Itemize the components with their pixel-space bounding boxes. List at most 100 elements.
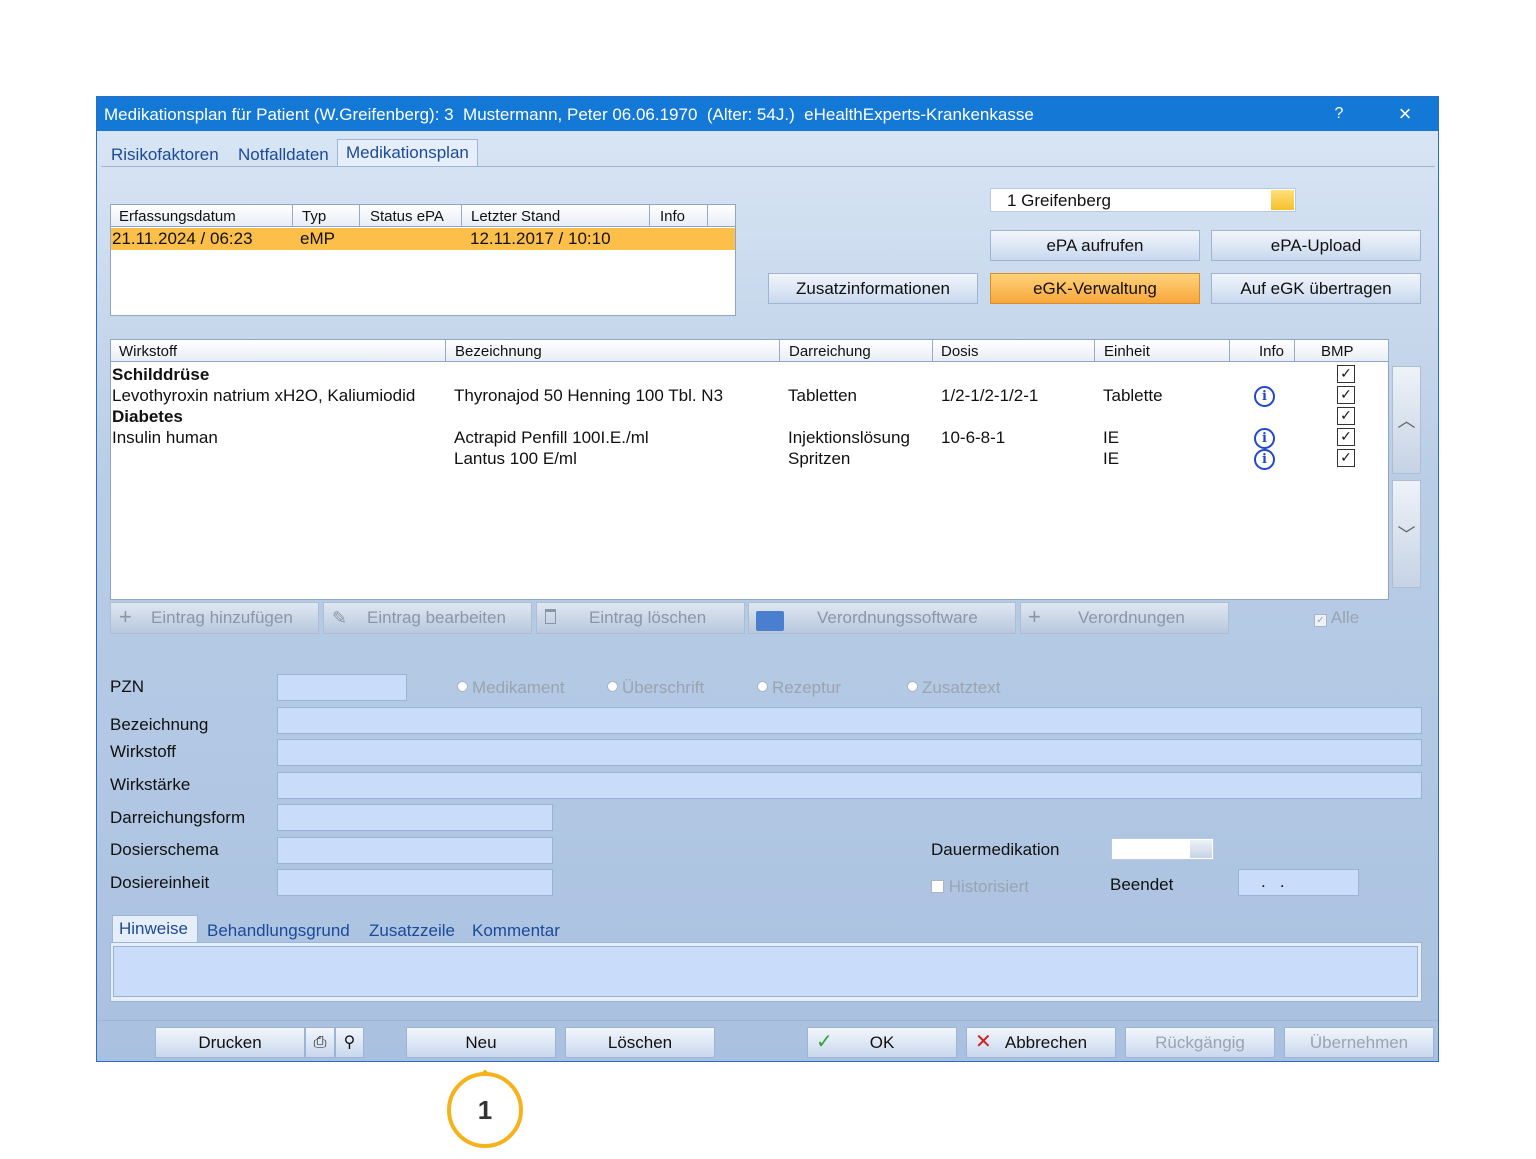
epa-aufrufen-button[interactable]: ePA aufrufen — [990, 230, 1200, 261]
abbrechen-button[interactable]: ✕ Abbrechen — [966, 1027, 1116, 1058]
col-einheit[interactable]: Einheit — [1104, 343, 1150, 360]
tab-divider — [101, 166, 1435, 167]
medication-plan-window: Medikationsplan für Patient (W.Greifenbe… — [96, 96, 1439, 1062]
close-button[interactable]: × — [1372, 97, 1438, 131]
pzn-input[interactable] — [277, 674, 407, 701]
historisiert-checkbox[interactable]: Historisiert — [931, 877, 1029, 897]
table-row[interactable]: Levothyroxin natrium xH2O, Kaliumiodid T… — [111, 385, 1388, 407]
col-letzter-stand[interactable]: Letzter Stand — [471, 208, 560, 225]
patient-select[interactable]: 1 Greifenberg — [990, 188, 1296, 212]
table-row[interactable]: Lantus 100 E/ml Spritzen IE i ✓ — [111, 448, 1388, 470]
subtab-kommentar[interactable]: Kommentar — [472, 921, 560, 941]
eintrag-bearbeiten-label: Eintrag bearbeiten — [367, 608, 506, 627]
table-row[interactable]: Insulin human Actrapid Penfill 100I.E./m… — [111, 427, 1388, 449]
epa-upload-button[interactable]: ePA-Upload — [1211, 230, 1421, 261]
patient-select-value: 1 Greifenberg — [1007, 191, 1111, 210]
beendet-date-input[interactable]: . . — [1238, 869, 1359, 896]
hinweise-textarea[interactable] — [113, 946, 1418, 997]
bmp-checkbox[interactable]: ✓ — [1337, 365, 1355, 383]
dosierschema-input[interactable] — [277, 837, 553, 864]
alle-checkbox[interactable]: ✓ Alle — [1314, 608, 1359, 628]
neu-button[interactable]: Neu — [406, 1027, 556, 1058]
bmp-checkbox[interactable]: ✓ — [1337, 386, 1355, 404]
plus-icon: + — [1028, 604, 1041, 629]
wirkstoff-input[interactable] — [277, 739, 1422, 766]
eintrag-hinzufuegen-label: Eintrag hinzufügen — [151, 608, 293, 627]
wirkstoff-label: Wirkstoff — [110, 742, 176, 761]
chevron-down-icon[interactable] — [1271, 190, 1294, 210]
bezeichnung-label: Bezeichnung — [110, 715, 209, 734]
subtab-hinweise[interactable]: Hinweise — [119, 919, 188, 939]
zusatzinformationen-button[interactable]: Zusatzinformationen — [768, 273, 978, 304]
dauermedikation-select[interactable] — [1111, 838, 1214, 860]
plans-table: Erfassungsdatum Typ Status ePA Letzter S… — [110, 204, 736, 316]
dosiereinheit-input[interactable] — [277, 869, 553, 896]
printer-icon[interactable]: ⎙ — [305, 1027, 335, 1058]
help-button[interactable]: ? — [1306, 97, 1372, 131]
scroll-up-button[interactable]: ︿ — [1392, 366, 1421, 474]
tab-medikationsplan[interactable]: Medikationsplan — [346, 143, 469, 163]
info-icon[interactable]: i — [1254, 428, 1275, 449]
hinweise-panel — [110, 942, 1422, 1002]
verordnungssoftware-button[interactable]: Verordnungssoftware — [748, 602, 1016, 634]
row-wirkstoff: Insulin human — [112, 428, 218, 447]
col-wirkstoff[interactable]: Wirkstoff — [119, 343, 177, 360]
col-dosis[interactable]: Dosis — [941, 343, 979, 360]
verordnungen-button[interactable]: + Verordnungen — [1020, 602, 1229, 634]
table-row[interactable]: Schilddrüse ✓ — [111, 364, 1388, 385]
subtab-behandlungsgrund[interactable]: Behandlungsgrund — [207, 921, 350, 941]
col-info[interactable]: Info — [1259, 343, 1284, 360]
search-icon[interactable]: ⚲ — [335, 1027, 364, 1058]
info-icon[interactable]: i — [1254, 449, 1275, 470]
wirkstaerke-label: Wirkstärke — [110, 775, 191, 794]
eintrag-loeschen-label: Eintrag löschen — [589, 608, 707, 627]
table-row[interactable]: Diabetes ✓ — [111, 406, 1388, 427]
medication-table: Wirkstoff Bezeichnung Darreichung Dosis … — [110, 339, 1389, 600]
rueckgaengig-button[interactable]: Rückgängig — [1125, 1027, 1275, 1058]
table-row[interactable]: 21.11.2024 / 06:23 eMP 12.11.2017 / 10:1… — [111, 228, 735, 250]
bmp-checkbox[interactable]: ✓ — [1337, 449, 1355, 467]
eintrag-bearbeiten-button[interactable]: ✎ Eintrag bearbeiten — [323, 602, 532, 634]
radio-medikament[interactable]: Medikament — [457, 678, 565, 698]
darreichungsform-input[interactable] — [277, 804, 553, 831]
col-info[interactable]: Info — [660, 208, 685, 225]
tab-notfalldaten[interactable]: Notfalldaten — [238, 145, 329, 165]
egk-verwaltung-button[interactable]: eGK-Verwaltung — [990, 273, 1200, 304]
subtab-zusatzzeile[interactable]: Zusatzzeile — [369, 921, 455, 941]
row-wirkstoff: Schilddrüse — [112, 365, 210, 384]
bezeichnung-input[interactable] — [277, 707, 1422, 734]
row-einheit: IE — [1103, 428, 1120, 447]
drucken-button[interactable]: Drucken — [155, 1027, 305, 1058]
beendet-label: Beendet — [1110, 875, 1174, 894]
wirkstaerke-input[interactable] — [277, 772, 1422, 799]
bmp-checkbox[interactable]: ✓ — [1337, 428, 1355, 446]
tab-risikofaktoren[interactable]: Risikofaktoren — [111, 145, 219, 165]
col-typ[interactable]: Typ — [302, 208, 326, 225]
eintrag-loeschen-button[interactable]: Eintrag löschen — [536, 602, 745, 634]
chevron-down-icon[interactable] — [1190, 840, 1212, 858]
historisiert-label: Historisiert — [948, 877, 1030, 896]
radio-rezeptur[interactable]: Rezeptur — [757, 678, 841, 698]
darreichungsform-label: Darreichungsform — [110, 808, 246, 827]
loeschen-button[interactable]: Löschen — [565, 1027, 715, 1058]
scroll-down-button[interactable]: ﹀ — [1392, 480, 1421, 588]
bmp-checkbox[interactable]: ✓ — [1337, 407, 1355, 425]
col-darreichung[interactable]: Darreichung — [789, 343, 871, 360]
ok-button[interactable]: ✓ OK — [807, 1027, 957, 1058]
trash-icon — [545, 609, 556, 624]
info-icon[interactable]: i — [1254, 386, 1275, 407]
col-bmp[interactable]: BMP — [1321, 343, 1354, 360]
col-bezeichnung[interactable]: Bezeichnung — [455, 343, 542, 360]
pzn-label: PZN — [110, 677, 144, 696]
auf-egk-uebertragen-button[interactable]: Auf eGK übertragen — [1211, 273, 1421, 304]
footer-divider — [97, 1020, 1438, 1021]
eintrag-hinzufuegen-button[interactable]: + Eintrag hinzufügen — [110, 602, 319, 634]
radio-ueberschrift[interactable]: Überschrift — [607, 678, 704, 698]
row-darreichung: Tabletten — [788, 386, 857, 405]
col-erfassungsdatum[interactable]: Erfassungsdatum — [119, 208, 236, 225]
uebernehmen-button[interactable]: Übernehmen — [1284, 1027, 1434, 1058]
callout-number: 1 — [478, 1095, 492, 1125]
medication-table-header: Wirkstoff Bezeichnung Darreichung Dosis … — [111, 340, 1389, 362]
col-status-epa[interactable]: Status ePA — [370, 208, 444, 225]
radio-zusatztext[interactable]: Zusatztext — [907, 678, 1000, 698]
